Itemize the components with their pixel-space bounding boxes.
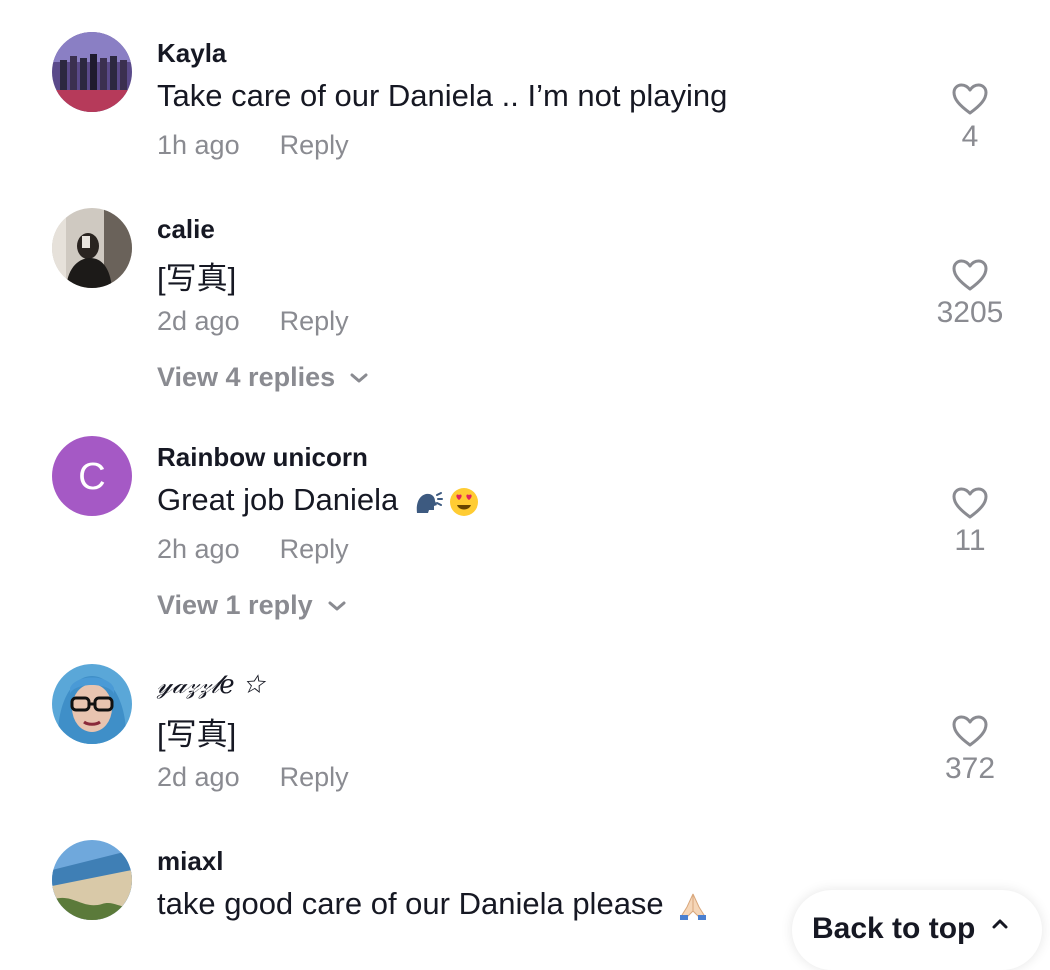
view-replies-label: View 4 replies [157,362,336,392]
like-count: 372 [944,752,996,785]
chevron-up-icon [992,919,1008,929]
like-control: 4 [910,82,1030,154]
heart-icon[interactable] [951,486,989,520]
like-count: 4 [961,120,979,153]
comment-username[interactable]: Kayla [157,38,226,69]
comment-username[interactable]: Rainbow unicorn [157,442,368,473]
comment-text: take good care of our Daniela please [157,886,708,922]
folded-hands-emoji-icon [680,893,707,920]
comment-meta: 2d ago Reply [157,762,349,793]
avatar[interactable]: C [52,436,132,516]
comment-text: [写真] [157,261,237,296]
comment-meta: 2h ago Reply [157,534,349,565]
comment-text-content: take good care of our Daniela please [157,886,664,921]
avatar-image [52,208,132,288]
avatar[interactable] [52,208,132,288]
chevron-down-icon [350,373,368,382]
comment-timestamp: 2h ago [157,534,240,564]
heart-icon[interactable] [951,82,989,116]
back-to-top-label: Back to top [812,912,976,945]
view-replies-label: View 1 reply [157,590,313,620]
avatar-image: C [52,436,132,516]
heart-icon[interactable] [951,258,989,292]
comment-text: Great job Daniela [157,482,479,518]
like-control: 11 [910,486,1030,558]
heart-eyes-emoji-icon [449,487,478,516]
comment-username[interactable]: miaxl [157,846,224,877]
avatar-image [52,32,132,112]
like-count: 11 [954,524,986,557]
view-replies-button[interactable]: View 4 replies [157,362,369,393]
avatar-initial: C [78,456,105,498]
comment-text-content: Great job Daniela [157,482,399,517]
reply-button[interactable]: Reply [280,306,349,336]
reply-button[interactable]: Reply [280,762,349,792]
chevron-down-icon [328,601,346,610]
avatar-image [52,664,132,744]
comment-username[interactable]: calie [157,214,215,245]
comment-timestamp: 2d ago [157,762,240,792]
avatar[interactable] [52,32,132,112]
speaking-head-emoji-icon [416,491,443,513]
reply-button[interactable]: Reply [280,130,349,160]
comment-meta: 2d ago Reply [157,306,349,337]
avatar[interactable] [52,664,132,744]
comment-timestamp: 1h ago [157,130,240,160]
heart-icon[interactable] [951,714,989,748]
like-control: 372 [910,714,1030,786]
avatar-image [52,840,132,920]
back-to-top-button[interactable]: Back to top [792,890,1042,970]
like-count: 3205 [936,296,1004,329]
reply-button[interactable]: Reply [280,534,349,564]
comment-meta: 1h ago Reply [157,130,349,161]
view-replies-button[interactable]: View 1 reply [157,590,347,621]
like-control: 3205 [910,258,1030,330]
comment-text: Take care of our Daniela .. I’m not play… [157,78,728,113]
comment-timestamp: 2d ago [157,306,240,336]
avatar[interactable] [52,840,132,920]
comment-username[interactable]: 𝓎𝒶𝓏𝓏𝓁𝑒 ☆ [157,670,264,701]
comment-text: [写真] [157,717,237,752]
